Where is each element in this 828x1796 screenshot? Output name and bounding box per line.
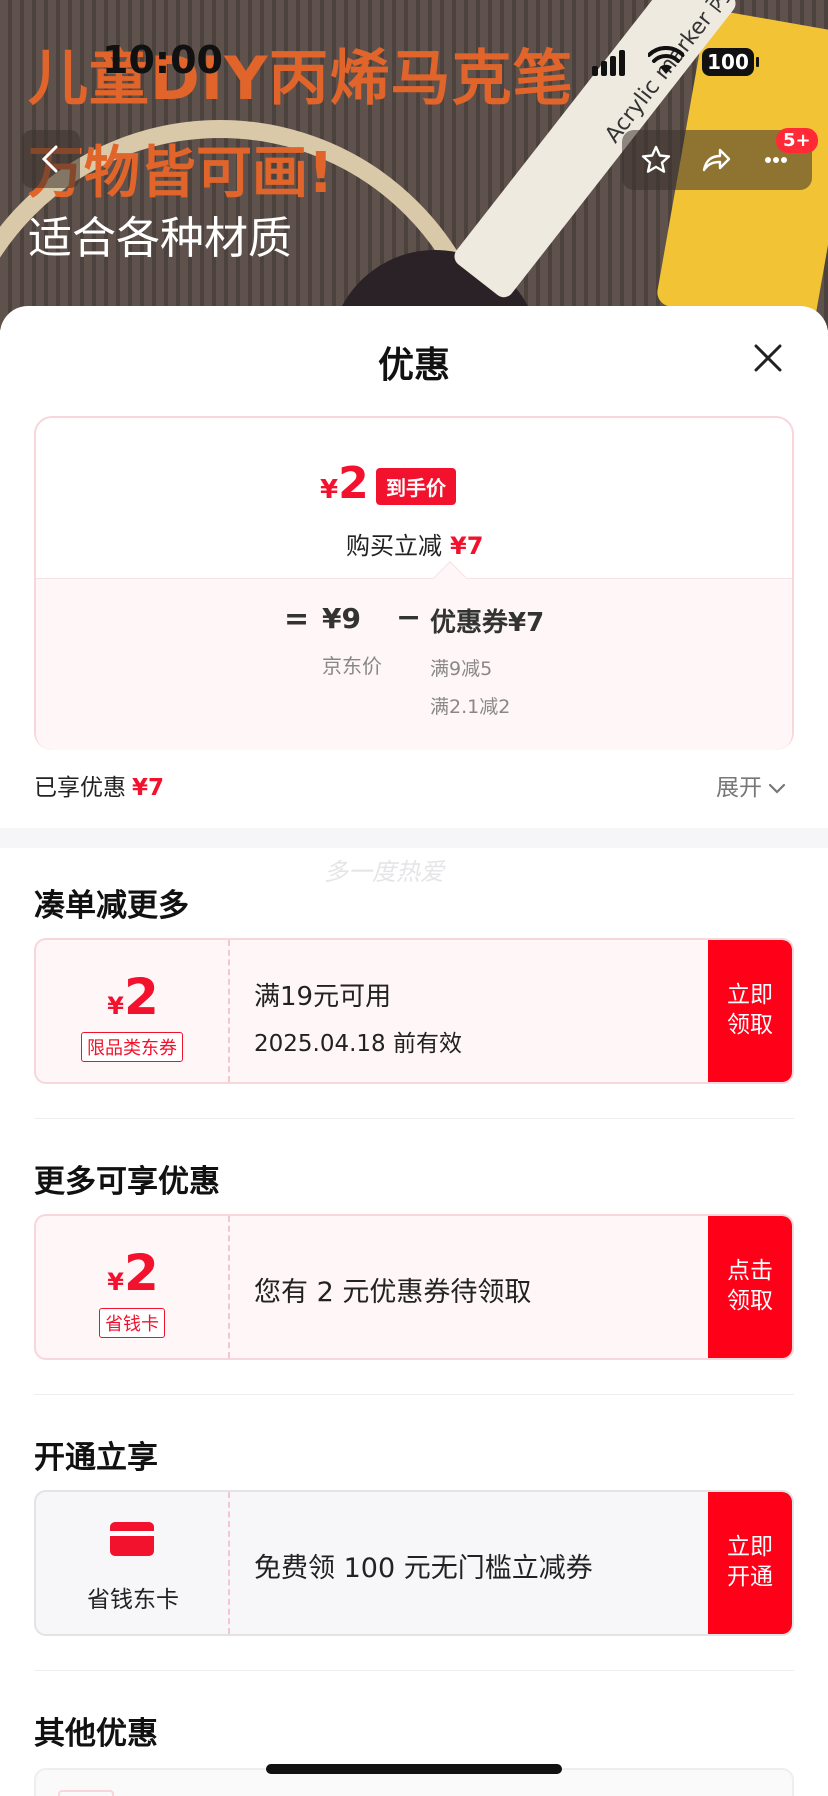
coupon-card: ¥2 限品类东券 满19元可用 2025.04.18 前有效 立即领取: [34, 938, 794, 1084]
signal-icon: [592, 50, 626, 76]
battery-icon: 100: [702, 48, 759, 76]
coupon-rule: 满9减5: [430, 658, 493, 680]
coupon-amount-value: 2: [123, 1244, 159, 1302]
section-title-combine: 凑单减更多: [34, 888, 189, 924]
notification-badge: 5+: [776, 128, 818, 153]
instant-reduction: 购买立减 ¥7: [346, 526, 483, 561]
jd-price-label: 京东价: [322, 654, 382, 678]
sheet-title: 优惠: [377, 345, 450, 386]
divider: [34, 1118, 794, 1119]
membership-icon-area: 省钱东卡: [36, 1492, 230, 1634]
membership-name: 省钱东卡: [87, 1587, 179, 1613]
currency-symbol: ¥: [320, 475, 339, 505]
coupon-expiry: 2025.04.18 前有效: [254, 1031, 462, 1057]
status-bar: 10:00 100: [0, 0, 828, 120]
chevron-left-icon: [41, 145, 58, 173]
coupon-amount-value: 2: [123, 968, 159, 1026]
minus-sign: −: [396, 600, 422, 635]
equals-sign: =: [284, 602, 310, 637]
enjoyed-amount: ¥7: [132, 775, 165, 801]
section-title-more: 更多可享优惠: [34, 1164, 220, 1200]
coupon-total: 优惠券¥7: [430, 608, 545, 638]
chevron-down-icon: [768, 783, 786, 794]
claim-button-label: 立即领取: [727, 982, 773, 1038]
offer-tag: [58, 1790, 114, 1796]
claim-coupon-button[interactable]: 立即领取: [708, 940, 792, 1082]
coupon-condition: 满19元可用: [254, 982, 392, 1012]
final-price-tag: 到手价: [376, 468, 456, 505]
currency-symbol: ¥: [107, 1268, 124, 1296]
card-icon: [110, 1522, 154, 1556]
status-time: 10:00: [102, 38, 223, 82]
star-icon[interactable]: [640, 144, 672, 176]
expand-button[interactable]: 展开: [716, 768, 786, 802]
jd-price: ¥9: [322, 602, 361, 635]
reduce-amount: ¥7: [450, 532, 484, 560]
click-claim-button[interactable]: 点击领取: [708, 1216, 792, 1358]
price-summary-card: ¥2 到手价 购买立减 ¥7 = ¥9 京东价 − 优惠券¥7 满9减5 满2.1…: [34, 416, 794, 750]
final-price: ¥2: [320, 458, 369, 509]
membership-offer: 免费领 100 元无门槛立减券: [254, 1553, 593, 1584]
final-price-value: 2: [338, 458, 369, 509]
coupon-rule: 满2.1减2: [430, 696, 511, 718]
reduce-label: 购买立减: [346, 532, 442, 560]
close-icon[interactable]: [748, 338, 788, 378]
coupon-type-tag: 限品类东券: [81, 1032, 183, 1062]
section-divider: [0, 828, 828, 848]
coupon-type-tag: 省钱卡: [99, 1308, 165, 1338]
watermark: 多一度热爱: [324, 858, 444, 886]
claim-button-label: 点击领取: [727, 1258, 773, 1314]
open-button-label: 立即开通: [727, 1534, 773, 1590]
currency-symbol: ¥: [107, 992, 124, 1020]
back-button[interactable]: [22, 130, 80, 188]
open-membership-button[interactable]: 立即开通: [708, 1492, 792, 1634]
coupon-amount-area: ¥2 省钱卡: [36, 1216, 230, 1358]
section-title-other: 其他优惠: [34, 1716, 158, 1752]
coupon-description: 您有 2 元优惠券待领取: [254, 1277, 532, 1308]
coupon-amount-area: ¥2 限品类东券: [36, 940, 230, 1082]
discount-sheet: 优惠 ¥2 到手价 购买立减 ¥7 = ¥9 京东价 − 优惠券¥7 满9减5 满…: [0, 306, 828, 1796]
coupon-amount: ¥2: [36, 1244, 230, 1302]
membership-card: 省钱东卡 免费领 100 元无门槛立减券 立即开通: [34, 1490, 794, 1636]
divider: [34, 1670, 794, 1671]
divider: [34, 1394, 794, 1395]
wifi-icon: [648, 46, 684, 74]
expand-label: 展开: [716, 775, 762, 801]
enjoyed-discount: 已享优惠 ¥7: [34, 768, 164, 802]
share-icon[interactable]: [700, 144, 732, 176]
section-title-open: 开通立享: [34, 1440, 158, 1476]
home-indicator[interactable]: [266, 1764, 562, 1774]
enjoyed-label: 已享优惠: [34, 775, 126, 801]
coupon-amount: ¥2: [36, 968, 230, 1026]
banner-caption: 适合各种材质: [28, 213, 292, 264]
coupon-card: ¥2 省钱卡 您有 2 元优惠券待领取 点击领取: [34, 1214, 794, 1360]
